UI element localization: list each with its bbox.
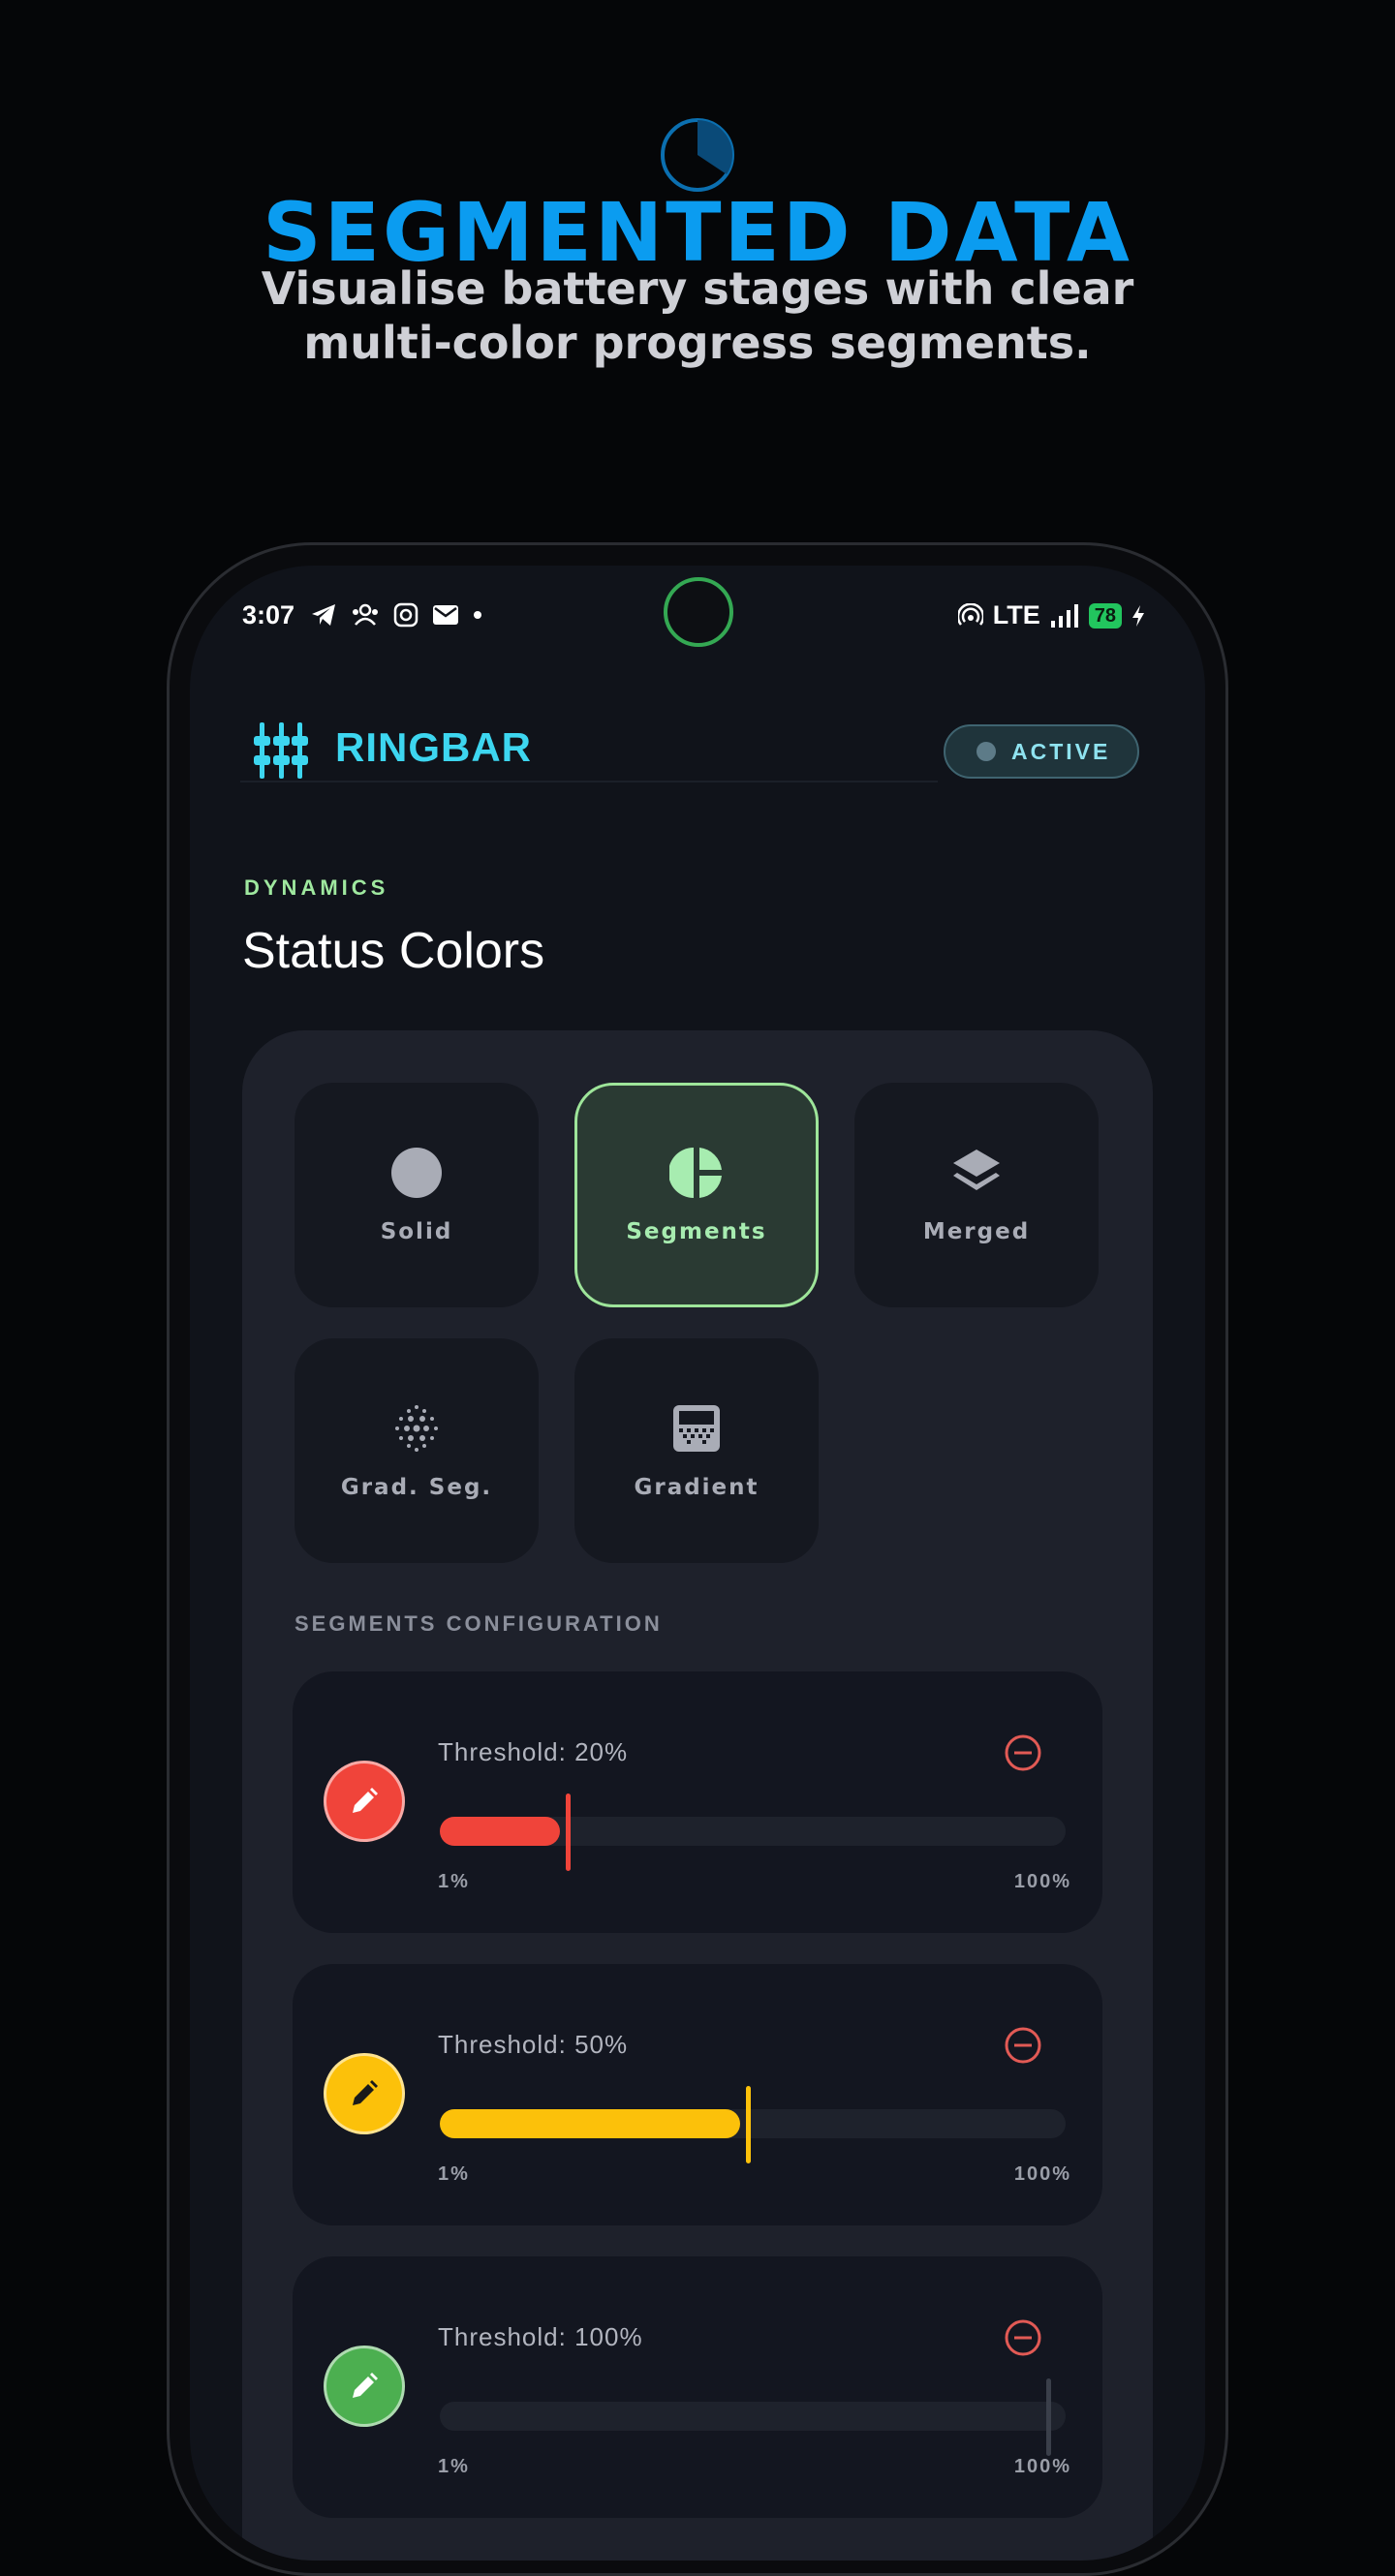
network-type: LTE <box>992 600 1040 629</box>
threshold-slider[interactable] <box>440 2086 1066 2163</box>
slider-min-label: 1% <box>438 1871 470 1892</box>
slider-thumb[interactable] <box>746 2086 751 2163</box>
circle-icon <box>391 1148 442 1198</box>
status-dot <box>976 742 996 761</box>
group-icon <box>353 603 378 626</box>
segment-row: Threshold: 50% 1% 100% <box>293 1964 1102 2225</box>
pie-progress-icon <box>661 118 734 192</box>
pencil-icon <box>353 2080 378 2105</box>
segment-row: Threshold: 20% 1% 100% <box>293 1671 1102 1933</box>
remove-circle-icon[interactable] <box>1004 2026 1042 2065</box>
header-divider <box>240 781 938 782</box>
mail-icon <box>433 605 458 625</box>
slider-thumb[interactable] <box>566 1794 571 1871</box>
edit-color-button[interactable] <box>324 2346 405 2427</box>
charging-icon <box>1132 604 1144 627</box>
mode-tile-merged[interactable]: Merged <box>854 1083 1099 1307</box>
equalizer-logo-icon <box>254 722 308 779</box>
app-title: RINGBAR <box>335 724 532 770</box>
status-time: 3:07 <box>242 600 295 629</box>
slider-fill <box>440 1817 560 1846</box>
remove-circle-icon[interactable] <box>1004 2318 1042 2357</box>
slider-max-label: 100% <box>1013 2163 1071 2185</box>
camera-ring <box>664 577 733 647</box>
phone-screen: 3:07 LTE 78 RINGBAR ACTIVE DYNAMICS Stat… <box>190 566 1205 2561</box>
remove-circle-icon[interactable] <box>1004 1733 1042 1772</box>
color-mode-card: Solid Segments Merged Grad. Seg. Gradien… <box>242 1030 1153 2561</box>
slider-min-label: 1% <box>438 2163 470 2185</box>
edit-color-button[interactable] <box>324 1761 405 1842</box>
section-eyebrow: DYNAMICS <box>244 875 389 900</box>
signal-icon <box>1050 603 1078 628</box>
instagram-icon <box>393 602 418 628</box>
promo-subtitle: Visualise battery stages with clear mult… <box>261 262 1134 369</box>
edit-color-button[interactable] <box>324 2053 405 2134</box>
threshold-slider[interactable] <box>440 2378 1066 2456</box>
slider-min-label: 1% <box>438 2456 470 2477</box>
threshold-label: Threshold: 20% <box>438 1737 629 1766</box>
mode-tile-solid[interactable]: Solid <box>294 1083 539 1307</box>
active-label: ACTIVE <box>1011 738 1111 764</box>
slider-fill <box>440 2109 740 2138</box>
pencil-icon <box>353 2373 378 2398</box>
mode-tile-grad-seg[interactable]: Grad. Seg. <box>294 1338 539 1563</box>
notification-icons <box>310 602 482 628</box>
mode-label: Merged <box>922 1219 1031 1244</box>
slider-max-label: 100% <box>1013 2456 1071 2477</box>
slider-thumb[interactable] <box>1046 2378 1051 2456</box>
mode-label: Solid <box>380 1219 453 1244</box>
dotted-gradient-icon <box>395 1405 438 1452</box>
page-title: Status Colors <box>242 923 545 979</box>
active-status-pill[interactable]: ACTIVE <box>944 724 1139 779</box>
pencil-icon <box>353 1788 378 1813</box>
gradient-box-icon <box>673 1405 720 1452</box>
threshold-label: Threshold: 50% <box>438 2030 629 2059</box>
mode-label: Gradient <box>634 1475 760 1500</box>
threshold-slider[interactable] <box>440 1794 1066 1871</box>
slider-max-label: 100% <box>1013 1871 1071 1892</box>
pie-segments-icon <box>669 1148 722 1198</box>
layers-icon <box>953 1150 1000 1190</box>
mode-tile-segments[interactable]: Segments <box>574 1083 819 1307</box>
hotspot-icon <box>957 602 983 626</box>
mode-label: Grad. Seg. <box>340 1475 493 1500</box>
telegram-icon <box>312 604 335 626</box>
mode-tile-gradient[interactable]: Gradient <box>574 1338 819 1563</box>
status-right: LTE 78 <box>957 600 1145 630</box>
segments-config-heading: SEGMENTS CONFIGURATION <box>294 1611 663 1636</box>
dot-icon <box>474 611 481 619</box>
battery-level: 78 <box>1088 602 1122 629</box>
threshold-label: Threshold: 100% <box>438 2322 643 2351</box>
mode-label: Segments <box>626 1219 767 1244</box>
